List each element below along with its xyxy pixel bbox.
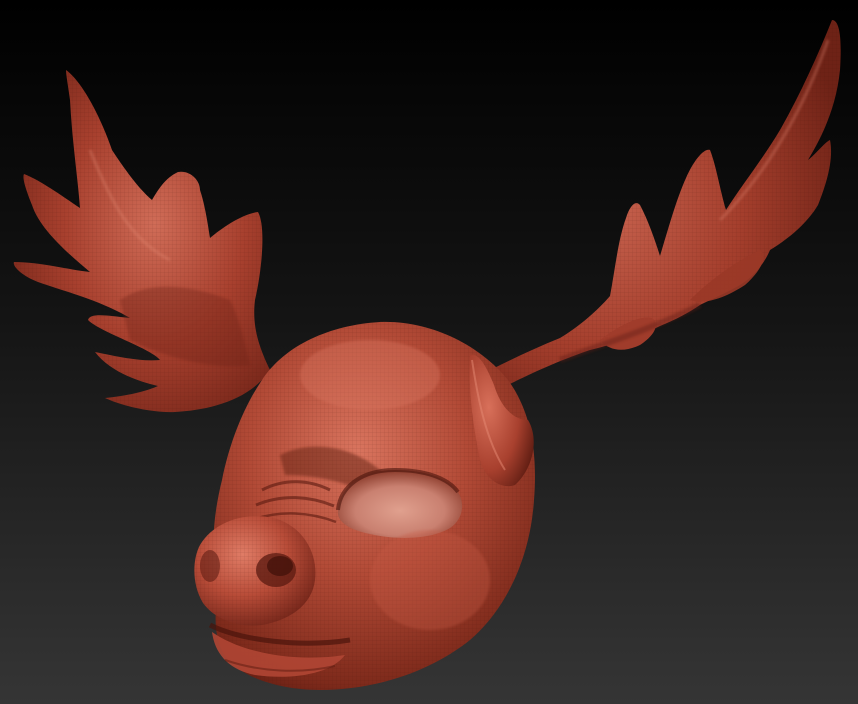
left-nostril: [200, 550, 220, 582]
render-scene: [0, 0, 858, 704]
viewport-canvas[interactable]: [0, 0, 858, 704]
